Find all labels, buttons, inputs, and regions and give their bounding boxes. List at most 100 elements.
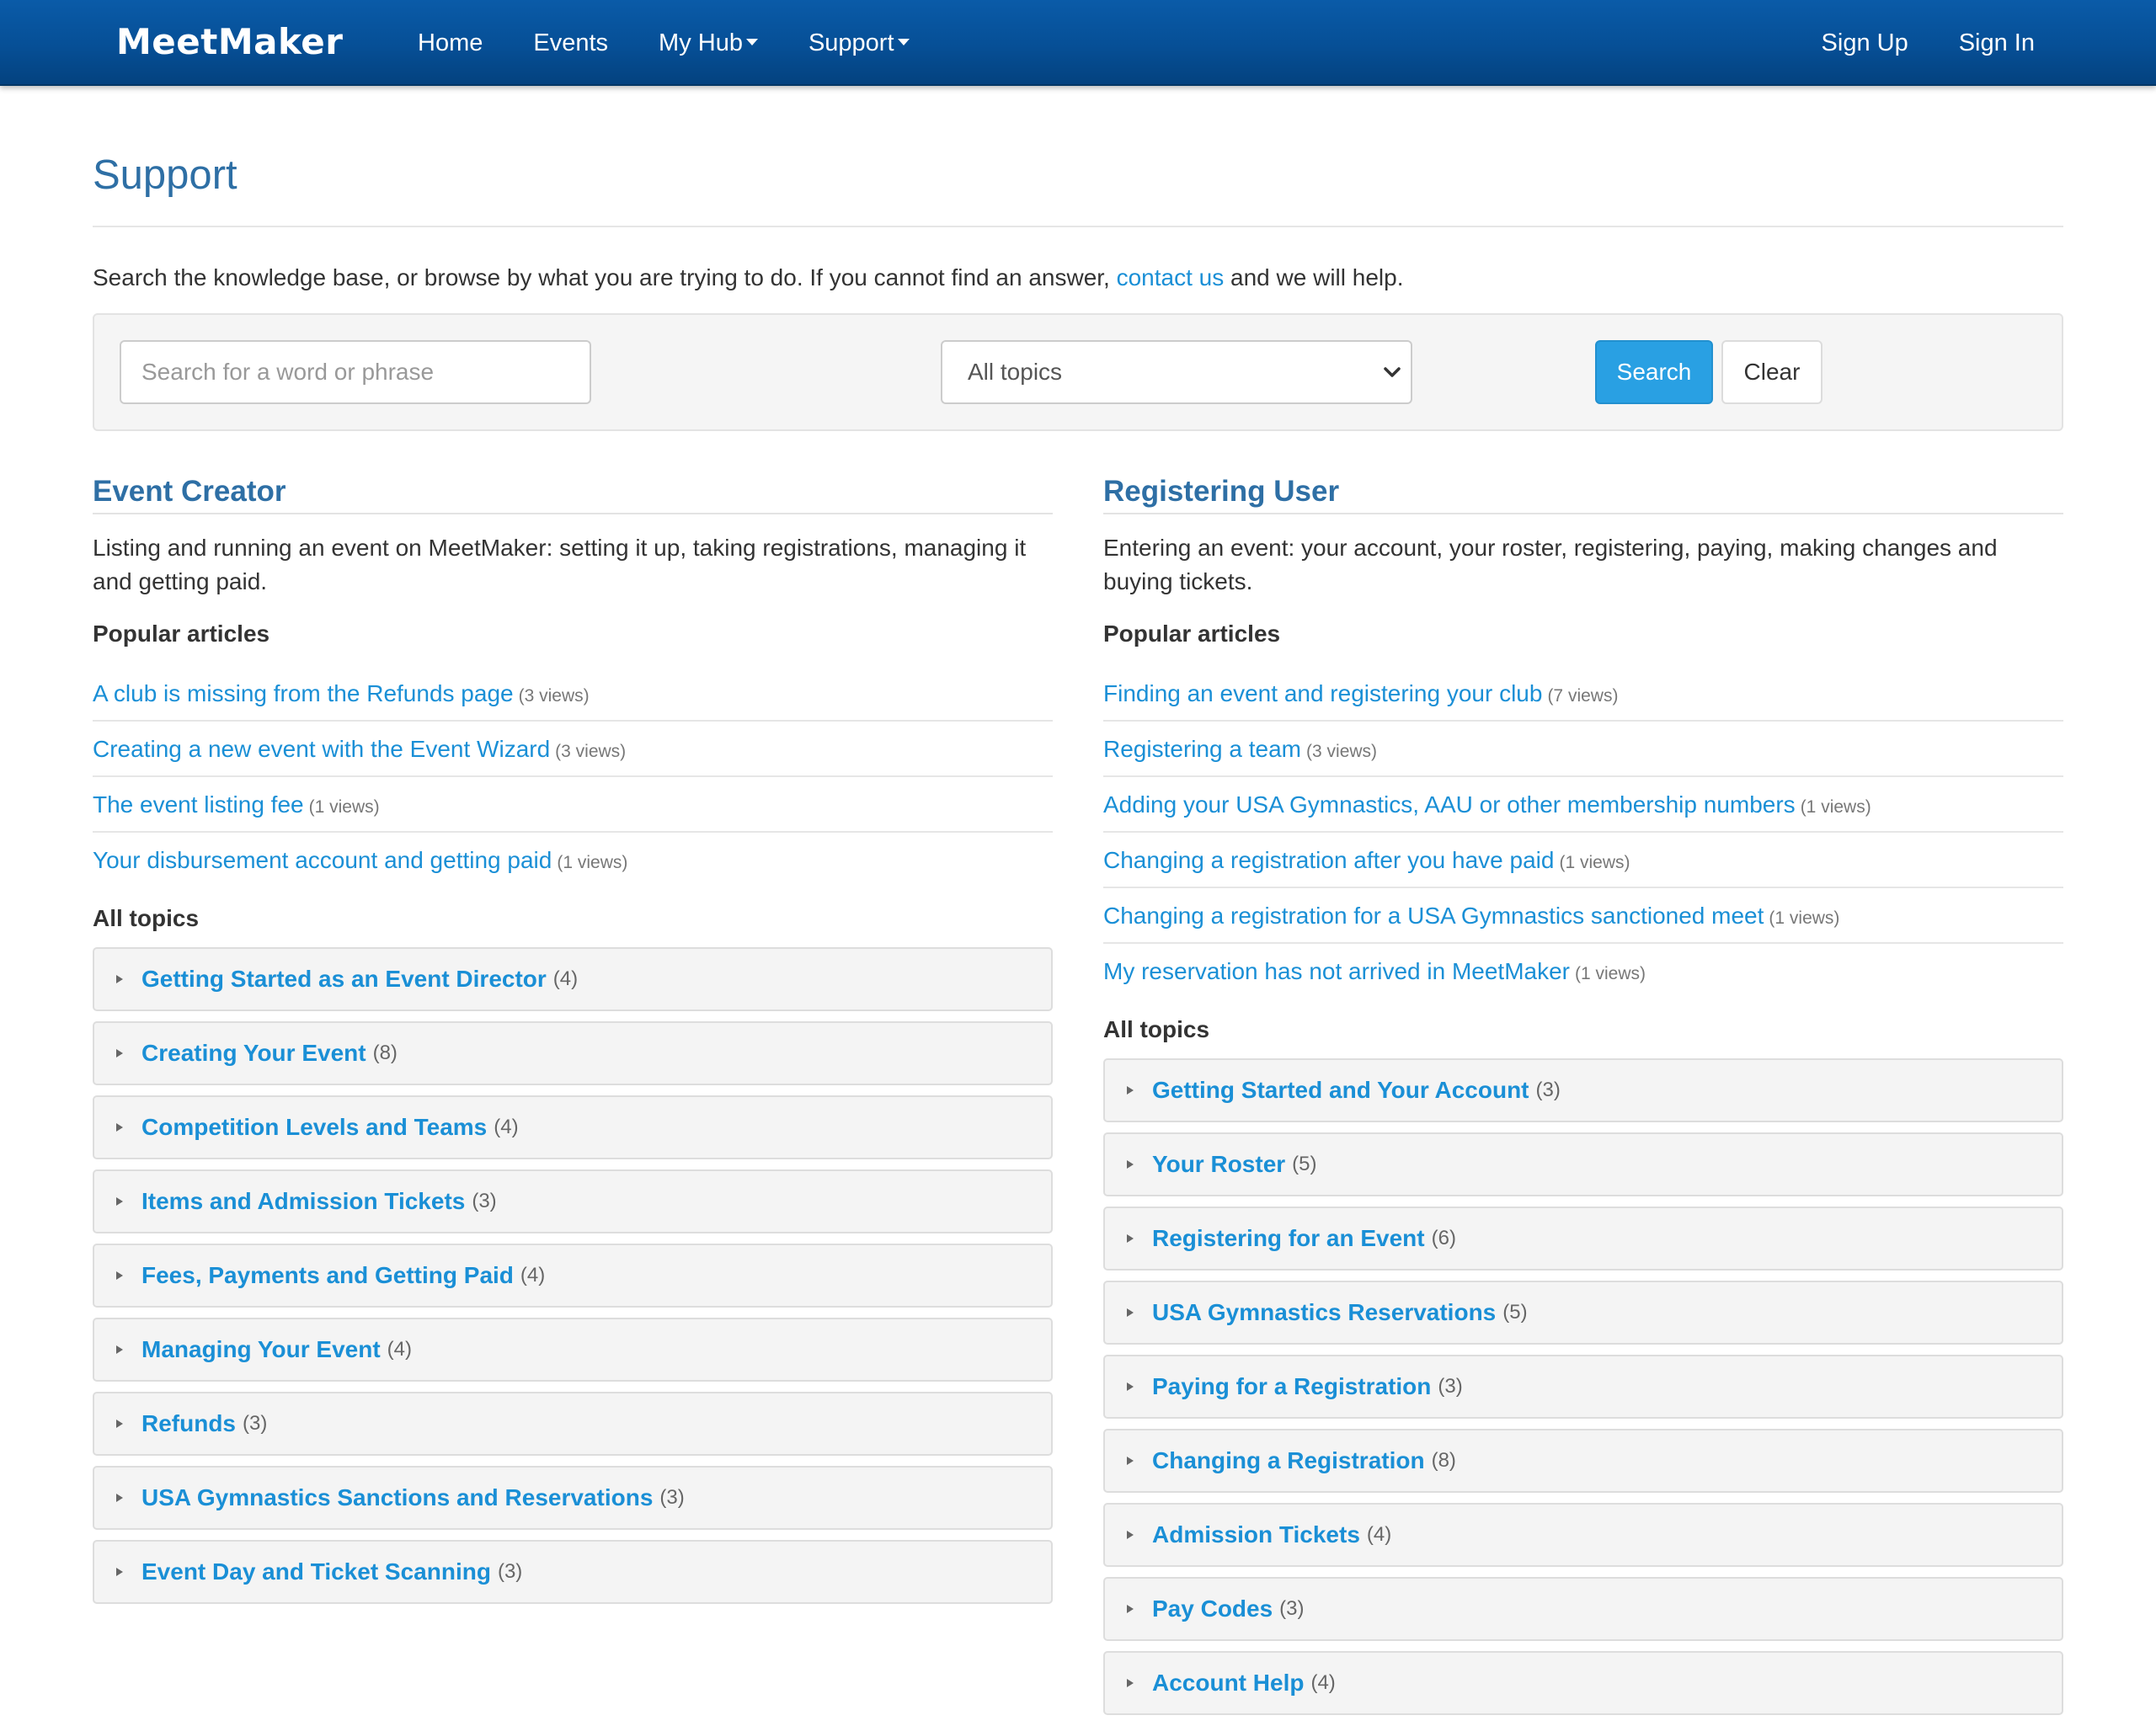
article-item: My reservation has not arrived in MeetMa… xyxy=(1103,944,2063,999)
topic-count: (4) xyxy=(1310,1671,1336,1694)
topic-name: USA Gymnastics Sanctions and Reservation… xyxy=(141,1484,654,1510)
nav-home[interactable]: Home xyxy=(392,0,508,86)
article-item: Your disbursement account and getting pa… xyxy=(93,833,1053,888)
topic-name: USA Gymnastics Reservations xyxy=(1152,1299,1497,1325)
topic-item[interactable]: Admission Tickets (4) xyxy=(1103,1503,2063,1567)
popular-articles-list: A club is missing from the Refunds page(… xyxy=(93,666,1053,888)
topic-item[interactable]: Creating Your Event (8) xyxy=(93,1021,1053,1085)
article-views: (3 views) xyxy=(518,686,590,706)
contact-us-link[interactable]: contact us xyxy=(1117,264,1225,290)
article-views: (3 views) xyxy=(555,742,627,761)
article-item: Changing a registration for a USA Gymnas… xyxy=(1103,888,2063,944)
topic-select-value: All topics xyxy=(968,359,1063,385)
caret-right-icon xyxy=(116,1494,123,1502)
nav-support-dropdown[interactable]: Support xyxy=(783,0,935,86)
article-views: (1 views) xyxy=(1575,964,1646,983)
article-link[interactable]: Creating a new event with the Event Wiza… xyxy=(93,736,550,762)
topic-name: Changing a Registration xyxy=(1152,1447,1425,1473)
topic-name: Managing Your Event xyxy=(141,1336,381,1362)
topic-item[interactable]: Event Day and Ticket Scanning (3) xyxy=(93,1540,1053,1604)
topic-name: Getting Started as an Event Director xyxy=(141,966,547,992)
brand-logo[interactable]: MeetMaker xyxy=(116,19,343,66)
article-link[interactable]: Registering a team xyxy=(1103,736,1301,762)
topic-count: (4) xyxy=(387,1338,413,1361)
clear-button[interactable]: Clear xyxy=(1721,340,1822,404)
article-link[interactable]: Finding an event and registering your cl… xyxy=(1103,680,1542,706)
article-link[interactable]: Your disbursement account and getting pa… xyxy=(93,847,552,873)
article-link[interactable]: Adding your USA Gymnastics, AAU or other… xyxy=(1103,791,1796,818)
topic-item[interactable]: Getting Started as an Event Director (4) xyxy=(93,947,1053,1011)
article-views: (1 views) xyxy=(1559,853,1630,872)
caret-right-icon xyxy=(116,1049,123,1057)
event-creator-column: Event Creator Listing and running an eve… xyxy=(93,469,1053,1614)
topic-name: Competition Levels and Teams xyxy=(141,1114,488,1140)
search-button[interactable]: Search xyxy=(1595,340,1713,404)
topic-count: (3) xyxy=(659,1486,685,1509)
caret-down-icon xyxy=(745,39,758,46)
account-nav: Sign Up Sign In xyxy=(1796,0,2060,86)
topic-count: (4) xyxy=(1366,1523,1392,1546)
article-item: Finding an event and registering your cl… xyxy=(1103,666,2063,722)
topic-item[interactable]: Getting Started and Your Account (3) xyxy=(1103,1058,2063,1122)
popular-articles-label: Popular articles xyxy=(1103,621,1281,647)
topic-name: Paying for a Registration xyxy=(1152,1373,1432,1399)
topic-name: Fees, Payments and Getting Paid xyxy=(141,1262,514,1288)
topic-count: (3) xyxy=(243,1412,268,1435)
title-divider xyxy=(93,226,2063,227)
article-link[interactable]: Changing a registration for a USA Gymnas… xyxy=(1103,903,1764,929)
topic-item[interactable]: Fees, Payments and Getting Paid (4) xyxy=(93,1244,1053,1308)
sign-up-link[interactable]: Sign Up xyxy=(1796,0,1934,86)
article-link[interactable]: My reservation has not arrived in MeetMa… xyxy=(1103,958,1570,984)
topic-item[interactable]: USA Gymnastics Sanctions and Reservation… xyxy=(93,1466,1053,1530)
topic-item[interactable]: Refunds (3) xyxy=(93,1392,1053,1456)
topic-item[interactable]: Registering for an Event (6) xyxy=(1103,1207,2063,1271)
section-divider xyxy=(1103,513,2063,514)
nav-my-hub-dropdown[interactable]: My Hub xyxy=(633,0,783,86)
topic-count: (8) xyxy=(372,1041,398,1064)
article-views: (1 views) xyxy=(1800,797,1871,817)
topic-count: (8) xyxy=(1431,1449,1456,1472)
article-item: A club is missing from the Refunds page(… xyxy=(93,666,1053,722)
topic-select[interactable]: All topics xyxy=(941,340,1412,404)
topic-count: (3) xyxy=(1279,1597,1305,1620)
article-link[interactable]: The event listing fee xyxy=(93,791,304,818)
nav-my-hub-label: My Hub xyxy=(659,29,743,56)
topic-count: (6) xyxy=(1431,1227,1456,1249)
article-item: Adding your USA Gymnastics, AAU or other… xyxy=(1103,777,2063,833)
sign-in-link[interactable]: Sign In xyxy=(1934,0,2060,86)
topic-item[interactable]: Paying for a Registration (3) xyxy=(1103,1355,2063,1419)
section-divider xyxy=(93,513,1053,514)
topic-item[interactable]: Items and Admission Tickets (3) xyxy=(93,1169,1053,1233)
topic-item[interactable]: Managing Your Event (4) xyxy=(93,1318,1053,1382)
all-topics-label: All topics xyxy=(1103,1016,1210,1042)
nav-events[interactable]: Events xyxy=(508,0,633,86)
intro-text: Search the knowledge base, or browse by … xyxy=(93,264,1403,291)
topic-count: (3) xyxy=(1438,1375,1463,1398)
main-nav: Home Events My Hub Support xyxy=(392,0,935,86)
topic-count: (4) xyxy=(520,1264,546,1287)
article-link[interactable]: Changing a registration after you have p… xyxy=(1103,847,1554,873)
topic-item[interactable]: Changing a Registration (8) xyxy=(1103,1429,2063,1493)
topic-item[interactable]: Pay Codes (3) xyxy=(1103,1577,2063,1641)
caret-right-icon xyxy=(1127,1086,1134,1095)
topic-name: Registering for an Event xyxy=(1152,1225,1425,1251)
caret-right-icon xyxy=(1127,1531,1134,1539)
article-link[interactable]: A club is missing from the Refunds page xyxy=(93,680,514,706)
article-item: Creating a new event with the Event Wiza… xyxy=(93,722,1053,777)
topic-item[interactable]: Competition Levels and Teams (4) xyxy=(93,1095,1053,1159)
topic-name: Refunds xyxy=(141,1410,236,1436)
popular-articles-label: Popular articles xyxy=(93,621,270,647)
search-input[interactable] xyxy=(120,340,591,404)
intro-text-start: Search the knowledge base, or browse by … xyxy=(93,264,1117,290)
nav-support-label: Support xyxy=(808,29,894,56)
article-views: (3 views) xyxy=(1306,742,1378,761)
caret-right-icon xyxy=(1127,1234,1134,1243)
topic-count: (3) xyxy=(472,1190,497,1212)
topics-list: Getting Started and Your Account (3) Your… xyxy=(1103,1058,2063,1715)
all-topics-label: All topics xyxy=(93,905,200,931)
caret-right-icon xyxy=(1127,1382,1134,1391)
topic-name: Event Day and Ticket Scanning xyxy=(141,1558,491,1585)
topic-item[interactable]: Your Roster (5) xyxy=(1103,1132,2063,1196)
topic-item[interactable]: Account Help (4) xyxy=(1103,1651,2063,1715)
topic-item[interactable]: USA Gymnastics Reservations (5) xyxy=(1103,1281,2063,1345)
